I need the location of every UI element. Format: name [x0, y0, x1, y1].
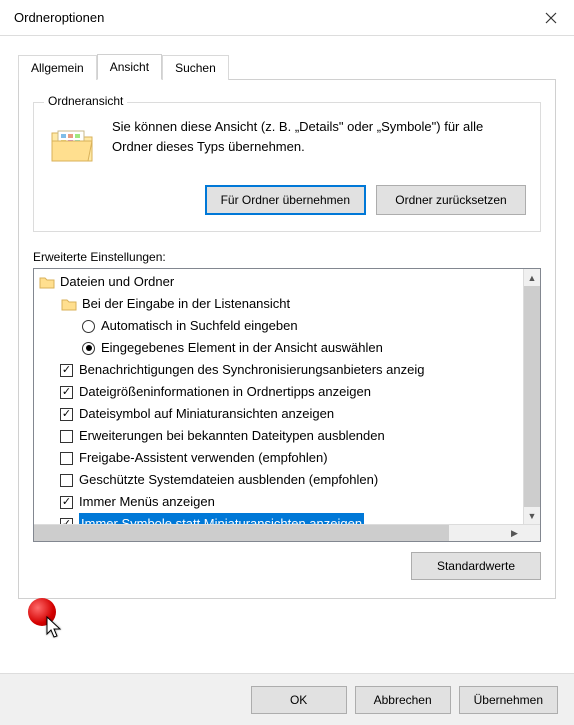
reset-folders-button[interactable]: Ordner zurücksetzen — [376, 185, 526, 215]
ok-button[interactable]: OK — [251, 686, 347, 714]
folderview-groupbox: Ordneransicht Sie können diese Ansicht (… — [33, 102, 541, 232]
tree-group-typing[interactable]: Bei der Eingabe in der Listenansicht — [38, 293, 523, 315]
scroll-thumb[interactable] — [524, 286, 540, 507]
dialog-content: Allgemein Ansicht Suchen Ordneransicht S… — [0, 36, 574, 599]
tree-root[interactable]: Dateien und Ordner — [38, 271, 523, 293]
radio-icon — [82, 342, 95, 355]
folder-icon — [48, 121, 96, 169]
close-button[interactable] — [528, 0, 574, 36]
tree-radio-auto-search[interactable]: Automatisch in Suchfeld eingeben — [38, 315, 523, 337]
tab-general[interactable]: Allgemein — [18, 55, 97, 80]
titlebar: Ordneroptionen — [0, 0, 574, 36]
tree-radio-select-item[interactable]: Eingegebenes Element in der Ansicht ausw… — [38, 337, 523, 359]
tree-check-hide-extensions[interactable]: Erweiterungen bei bekannten Dateitypen a… — [38, 425, 523, 447]
scroll-corner — [523, 525, 540, 541]
checkbox-icon — [60, 430, 73, 443]
tree-check-icons-not-thumbs[interactable]: Immer Symbole statt Miniaturansichten an… — [38, 513, 523, 524]
cursor-icon — [46, 616, 66, 645]
restore-defaults-button[interactable]: Standardwerte — [411, 552, 541, 580]
tab-panel-view: Ordneransicht Sie können diese Ansicht (… — [18, 79, 556, 599]
scroll-down-icon[interactable]: ▼ — [524, 507, 540, 524]
tab-view[interactable]: Ansicht — [97, 54, 162, 80]
radio-icon — [82, 320, 95, 333]
tree-check-sync-notifications[interactable]: Benachrichtigungen des Synchronisierungs… — [38, 359, 523, 381]
folderview-legend: Ordneransicht — [44, 94, 127, 108]
apply-to-folders-button[interactable]: Für Ordner übernehmen — [205, 185, 366, 215]
checkbox-icon — [60, 408, 73, 421]
checkbox-icon — [60, 386, 73, 399]
folder-icon — [60, 295, 78, 313]
close-icon — [545, 12, 557, 24]
horizontal-scrollbar[interactable]: ▶ — [34, 524, 540, 541]
tab-search[interactable]: Suchen — [162, 55, 229, 80]
checkbox-icon — [60, 474, 73, 487]
folder-icon — [38, 273, 56, 291]
checkbox-icon — [60, 452, 73, 465]
apply-button[interactable]: Übernehmen — [459, 686, 558, 714]
tree-content: Dateien und Ordner Bei der Eingabe in de… — [34, 269, 523, 524]
tree-check-icon-on-thumbs[interactable]: Dateisymbol auf Miniaturansichten anzeig… — [38, 403, 523, 425]
scroll-up-icon[interactable]: ▲ — [524, 269, 540, 286]
tree-check-filesize-tips[interactable]: Dateigrößeninformationen in Ordnertipps … — [38, 381, 523, 403]
scroll-right-icon[interactable]: ▶ — [506, 525, 523, 541]
tree-check-sharing-wizard[interactable]: Freigabe-Assistent verwenden (empfohlen) — [38, 447, 523, 469]
cancel-button[interactable]: Abbrechen — [355, 686, 451, 714]
tab-strip: Allgemein Ansicht Suchen — [18, 54, 556, 80]
window-title: Ordneroptionen — [14, 10, 104, 25]
vertical-scrollbar[interactable]: ▲ ▼ — [523, 269, 540, 524]
folderview-description: Sie können diese Ansicht (z. B. „Details… — [112, 117, 526, 156]
advanced-settings-tree[interactable]: Dateien und Ordner Bei der Eingabe in de… — [33, 268, 541, 542]
dialog-button-bar: OK Abbrechen Übernehmen — [0, 673, 574, 725]
advanced-settings-label: Erweiterte Einstellungen: — [33, 250, 541, 264]
tree-check-always-menus[interactable]: Immer Menüs anzeigen — [38, 491, 523, 513]
checkbox-icon — [60, 364, 73, 377]
tree-check-hide-protected[interactable]: Geschützte Systemdateien ausblenden (emp… — [38, 469, 523, 491]
checkbox-icon — [60, 496, 73, 509]
scroll-thumb[interactable] — [34, 525, 449, 541]
